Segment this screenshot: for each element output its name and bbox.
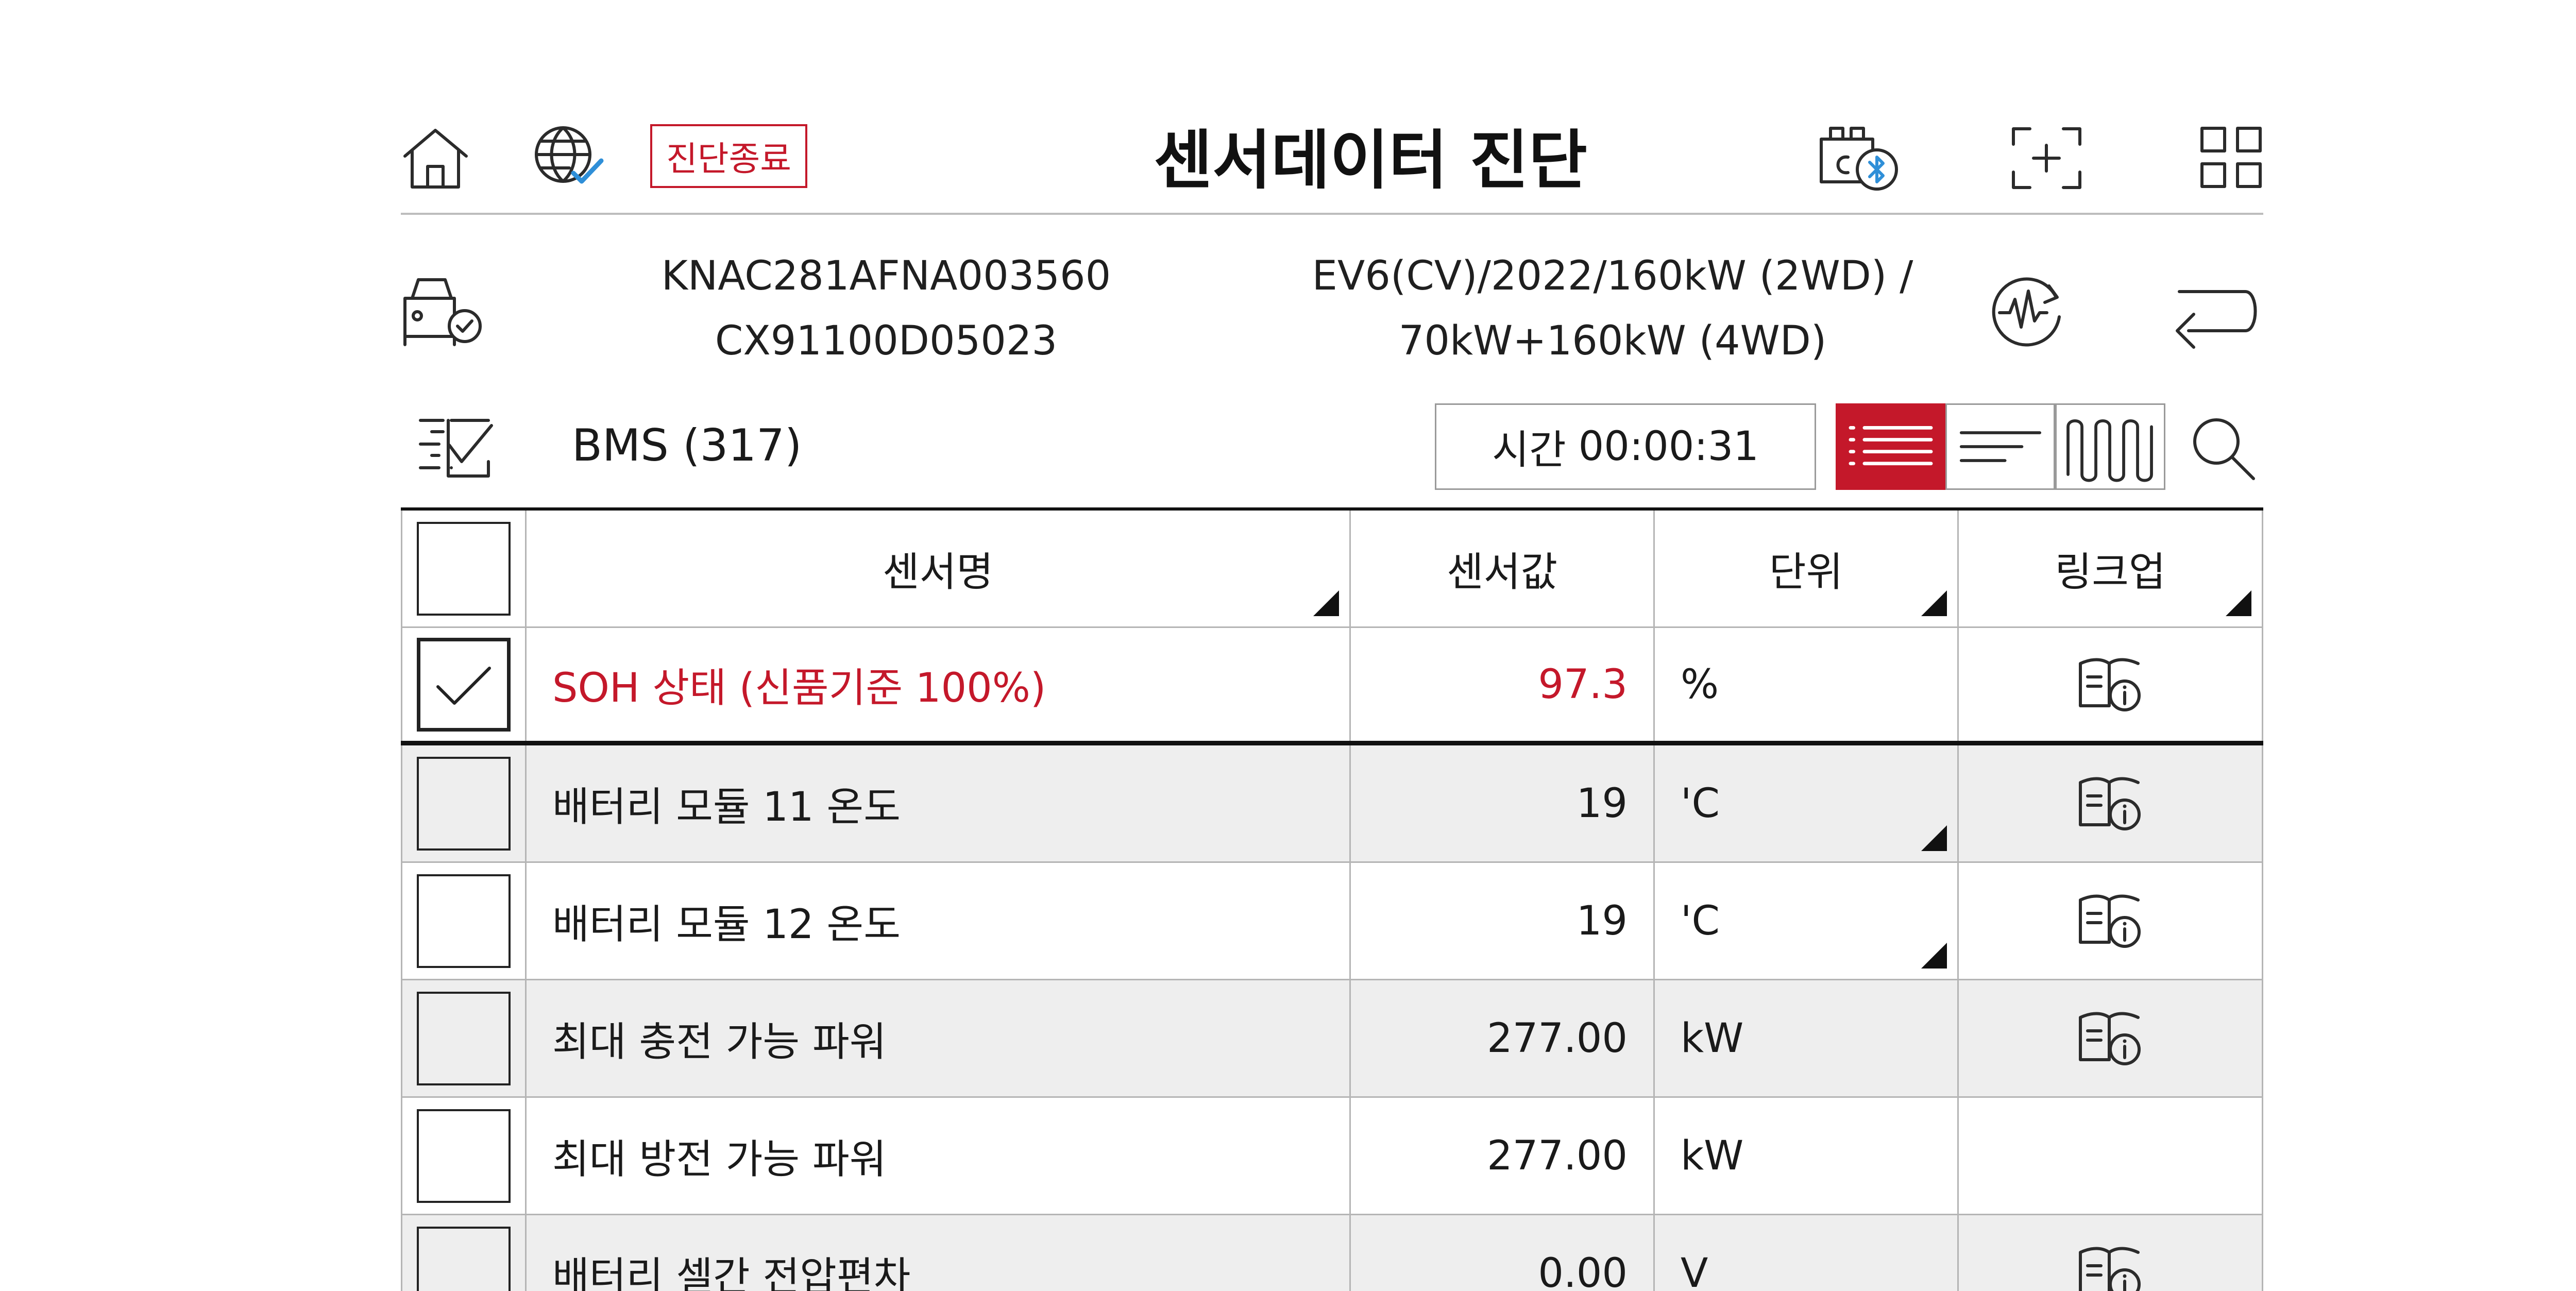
unit-dropdown-icon [1921,825,1947,851]
select-all-cell [401,511,527,626]
screen-capture-icon[interactable] [2009,125,2084,192]
table-header-row: 센서명 센서값 단위 링크업 [401,511,2263,628]
row-checkbox[interactable] [417,757,511,851]
table-row[interactable]: 배터리 모듈 11 온도 19 'C [401,745,2263,863]
manual-info-icon[interactable] [2077,1245,2143,1291]
list-view-button[interactable] [1836,403,1945,490]
vin-text: KNAC281AFNA003560 [639,244,1133,309]
timer-label: 시간 [1492,418,1566,475]
sensor-value: 19 [1351,745,1655,861]
manual-info-icon[interactable] [2077,893,2143,949]
sensor-unit: 'C [1681,898,1720,944]
wave-view-icon [2057,405,2164,488]
sensor-name: SOH 상태 (신품기준 100%) [527,628,1351,741]
sensor-unit: % [1655,628,1959,741]
row-checkbox[interactable] [417,638,511,732]
search-icon[interactable] [2190,415,2257,482]
row-checkbox[interactable] [417,874,511,968]
header-divider [401,213,2263,215]
sensor-table: 센서명 센서값 단위 링크업 SOH 상태 (신품기준 100%) 97.3 % [401,507,2263,1291]
sensor-value: 277.00 [1351,980,1655,1096]
column-header-name[interactable]: 센서명 [527,511,1351,626]
vehicle-check-icon[interactable] [401,276,483,348]
globe-check-icon[interactable] [533,123,605,190]
column-header-value: 센서값 [1351,511,1655,626]
sensor-unit-select[interactable]: 'C [1655,745,1959,861]
linkup-cell [1959,980,2263,1096]
manual-info-icon[interactable] [2077,656,2143,713]
timer-value: 00:00:31 [1579,423,1759,470]
waveform-refresh-icon[interactable] [1986,270,2069,353]
sort-indicator-icon [1921,590,1947,616]
sensor-value: 97.3 [1351,628,1655,741]
sensor-value: 0.00 [1351,1215,1655,1291]
manual-info-icon[interactable] [2077,775,2143,832]
select-all-checkbox[interactable] [417,522,511,616]
back-arrow-icon[interactable] [2173,273,2263,350]
linkup-cell [1959,745,2263,861]
page-title: 센서데이터 진단 [979,111,1762,198]
home-icon[interactable] [401,126,470,191]
model-line-2: 70kW+160kW (4WD) [1278,309,1947,373]
column-header-unit[interactable]: 단위 [1655,511,1959,626]
unit-dropdown-icon [1921,943,1947,969]
list-view-icon [1837,405,1944,488]
linkup-cell [1959,863,2263,979]
sensor-name: 최대 충전 가능 파워 [527,980,1351,1096]
table-row[interactable]: 최대 충전 가능 파워 277.00 kW [401,980,2263,1098]
elapsed-timer: 시간 00:00:31 [1435,403,1816,490]
table-row[interactable]: SOH 상태 (신품기준 100%) 97.3 % [401,628,2263,745]
model-line-1: EV6(CV)/2022/160kW (2WD) / [1278,244,1947,309]
bluetooth-vci-icon[interactable] [1816,121,1901,193]
system-label: BMS (317) [572,412,802,479]
sensor-unit: kW [1655,1098,1959,1214]
part-number-text: CX91100D05023 [639,309,1133,373]
table-row[interactable]: 최대 방전 가능 파워 277.00 kW [401,1098,2263,1215]
grid-menu-icon[interactable] [2199,125,2263,190]
table-row[interactable]: 배터리 셀간 전압편차 0.00 V [401,1215,2263,1291]
manual-info-icon[interactable] [2077,1010,2143,1067]
row-checkbox[interactable] [417,992,511,1085]
sort-indicator-icon [2226,590,2251,616]
vehicle-model-block: EV6(CV)/2022/160kW (2WD) / 70kW+160kW (4… [1278,244,1947,373]
sensor-name: 배터리 모듈 11 온도 [527,745,1351,861]
sensor-name: 배터리 셀간 전압편차 [527,1215,1351,1291]
end-diagnosis-button[interactable]: 진단종료 [650,124,807,188]
column-header-linkup[interactable]: 링크업 [1959,511,2263,626]
text-view-icon [1947,405,2054,488]
row-checkbox[interactable] [417,1227,511,1291]
sort-indicator-icon [1313,590,1339,616]
sensor-value: 277.00 [1351,1098,1655,1214]
text-view-button[interactable] [1945,403,2055,490]
checklist-icon[interactable] [416,415,494,480]
sensor-unit: V [1655,1215,1959,1291]
table-row[interactable]: 배터리 모듈 12 온도 19 'C [401,863,2263,980]
sensor-unit: 'C [1681,780,1720,827]
row-checkbox[interactable] [417,1109,511,1203]
vehicle-id-block: KNAC281AFNA003560 CX91100D05023 [639,244,1133,373]
sensor-name: 최대 방전 가능 파워 [527,1098,1351,1214]
sensor-value: 19 [1351,863,1655,979]
sensor-unit: kW [1655,980,1959,1096]
sensor-unit-select[interactable]: 'C [1655,863,1959,979]
linkup-cell [1959,628,2263,741]
sensor-name: 배터리 모듈 12 온도 [527,863,1351,979]
wave-view-button[interactable] [2055,403,2165,490]
linkup-cell [1959,1098,2263,1214]
linkup-cell [1959,1215,2263,1291]
